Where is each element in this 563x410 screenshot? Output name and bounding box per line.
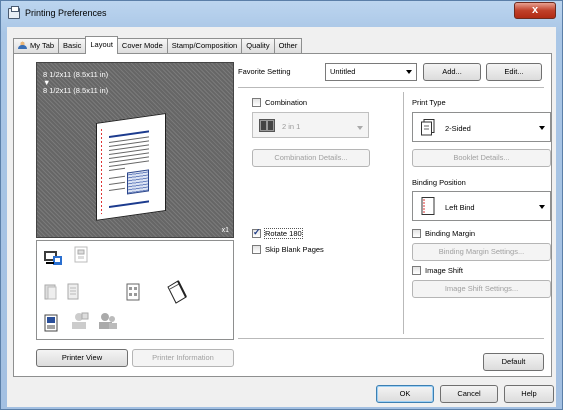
image-shift-settings-button[interactable]: Image Shift Settings... <box>412 280 551 298</box>
printer-view-icon[interactable] <box>43 249 63 267</box>
binding-line <box>101 128 102 215</box>
skip-blank-pages-label: Skip Blank Pages <box>265 245 324 254</box>
table-graphic <box>127 169 149 195</box>
chevron-down-icon <box>539 126 545 130</box>
tab-layout[interactable]: Layout <box>85 36 118 54</box>
printer-icon <box>8 6 20 19</box>
cancel-button[interactable]: Cancel <box>440 385 498 403</box>
combination-value: 2 in 1 <box>282 122 301 131</box>
user-auth-icon <box>72 312 89 329</box>
tab-strip: My Tab Basic Layout Cover Mode Stamp/Com… <box>13 36 303 54</box>
tab-cover-mode[interactable]: Cover Mode <box>116 38 168 54</box>
help-button[interactable]: Help <box>504 385 554 403</box>
default-button[interactable]: Default <box>483 353 544 371</box>
tab-label: My Tab <box>30 41 55 50</box>
paper-tray-icon <box>44 284 57 300</box>
divider <box>238 338 544 339</box>
page-layout-illustration <box>96 113 166 221</box>
add-favorite-button[interactable]: Add... <box>423 63 481 81</box>
image-shift-label: Image Shift <box>425 266 463 275</box>
chevron-down-icon <box>539 205 545 209</box>
text-line <box>109 167 125 172</box>
preview-output-size: 8 1/2x11 (8.5x11 in) <box>43 86 109 95</box>
text-line <box>109 200 149 209</box>
combination-checkbox[interactable] <box>252 98 261 107</box>
staple-icon <box>74 246 88 263</box>
ok-button[interactable]: OK <box>376 385 434 403</box>
combination-details-button[interactable]: Combination Details... <box>252 149 370 167</box>
rotate-180-label: Rotate 180 <box>264 228 303 239</box>
binding-margin-settings-button[interactable]: Binding Margin Settings... <box>412 243 551 261</box>
print-type-value: 2-Sided <box>445 124 471 133</box>
printer-information-label: Printer Information <box>152 353 214 362</box>
preview-icon-panel <box>36 240 234 340</box>
text-line <box>109 187 125 192</box>
skip-blank-pages-checkbox[interactable] <box>252 245 261 254</box>
title-bar: Printing Preferences x <box>1 1 562 27</box>
preview-original-size: 8 1/2x11 (8.5x11 in) <box>43 70 109 79</box>
user-icon <box>18 41 27 49</box>
binding-position-value: Left Bind <box>445 203 475 212</box>
rotate-180-checkbox[interactable] <box>252 227 261 238</box>
window-title: Printing Preferences <box>25 8 107 18</box>
booklet-details-button[interactable]: Booklet Details... <box>412 149 551 167</box>
image-shift-checkbox[interactable] <box>412 266 421 275</box>
document-icon <box>67 283 79 300</box>
tab-quality[interactable]: Quality <box>241 38 275 54</box>
tab-basic[interactable]: Basic <box>58 38 87 54</box>
print-type-label: Print Type <box>412 98 446 107</box>
print-type-select[interactable]: 2-Sided <box>412 112 551 142</box>
finishing-icon <box>167 280 187 304</box>
close-button[interactable]: x <box>514 2 556 19</box>
combination-select[interactable]: 2 in 1 <box>252 112 369 138</box>
printer-view-button[interactable]: Printer View <box>36 349 128 367</box>
page-preview: 8 1/2x11 (8.5x11 in) ▼ 8 1/2x11 (8.5x11 … <box>36 62 234 238</box>
tab-other[interactable]: Other <box>273 38 303 54</box>
printing-preferences-window: Printing Preferences x My Tab Basic Layo… <box>0 0 563 410</box>
chevron-down-icon <box>357 126 363 130</box>
chevron-down-icon <box>406 70 412 74</box>
favorite-setting-label: Favorite Setting <box>238 67 291 76</box>
two-sided-icon <box>421 119 435 136</box>
left-bind-icon <box>421 197 435 215</box>
account-track-icon <box>99 313 117 329</box>
copies-indicator: x1 <box>221 227 229 234</box>
binding-margin-label: Binding Margin <box>425 229 476 238</box>
divider <box>238 87 544 88</box>
favorite-setting-value: Untitled <box>330 67 356 76</box>
booklet-icon <box>126 283 140 301</box>
tab-stamp-composition[interactable]: Stamp/Composition <box>166 38 243 54</box>
binding-margin-checkbox[interactable] <box>412 229 421 238</box>
combination-label: Combination <box>265 98 308 107</box>
column-divider <box>403 92 404 334</box>
binding-position-select[interactable]: Left Bind <box>412 191 551 221</box>
edit-favorite-button[interactable]: Edit... <box>486 63 542 81</box>
printer-information-button[interactable]: Printer Information <box>132 349 234 367</box>
text-line <box>109 181 125 186</box>
two-in-one-icon <box>259 119 275 132</box>
favorite-setting-select[interactable]: Untitled <box>325 63 417 81</box>
printer-view-label: Printer View <box>61 353 103 362</box>
text-line <box>109 175 125 180</box>
dialog-client-area: My Tab Basic Layout Cover Mode Stamp/Com… <box>7 27 556 407</box>
output-icon <box>44 314 58 332</box>
binding-position-label: Binding Position <box>412 178 466 187</box>
tab-my-tab[interactable]: My Tab <box>13 38 60 54</box>
